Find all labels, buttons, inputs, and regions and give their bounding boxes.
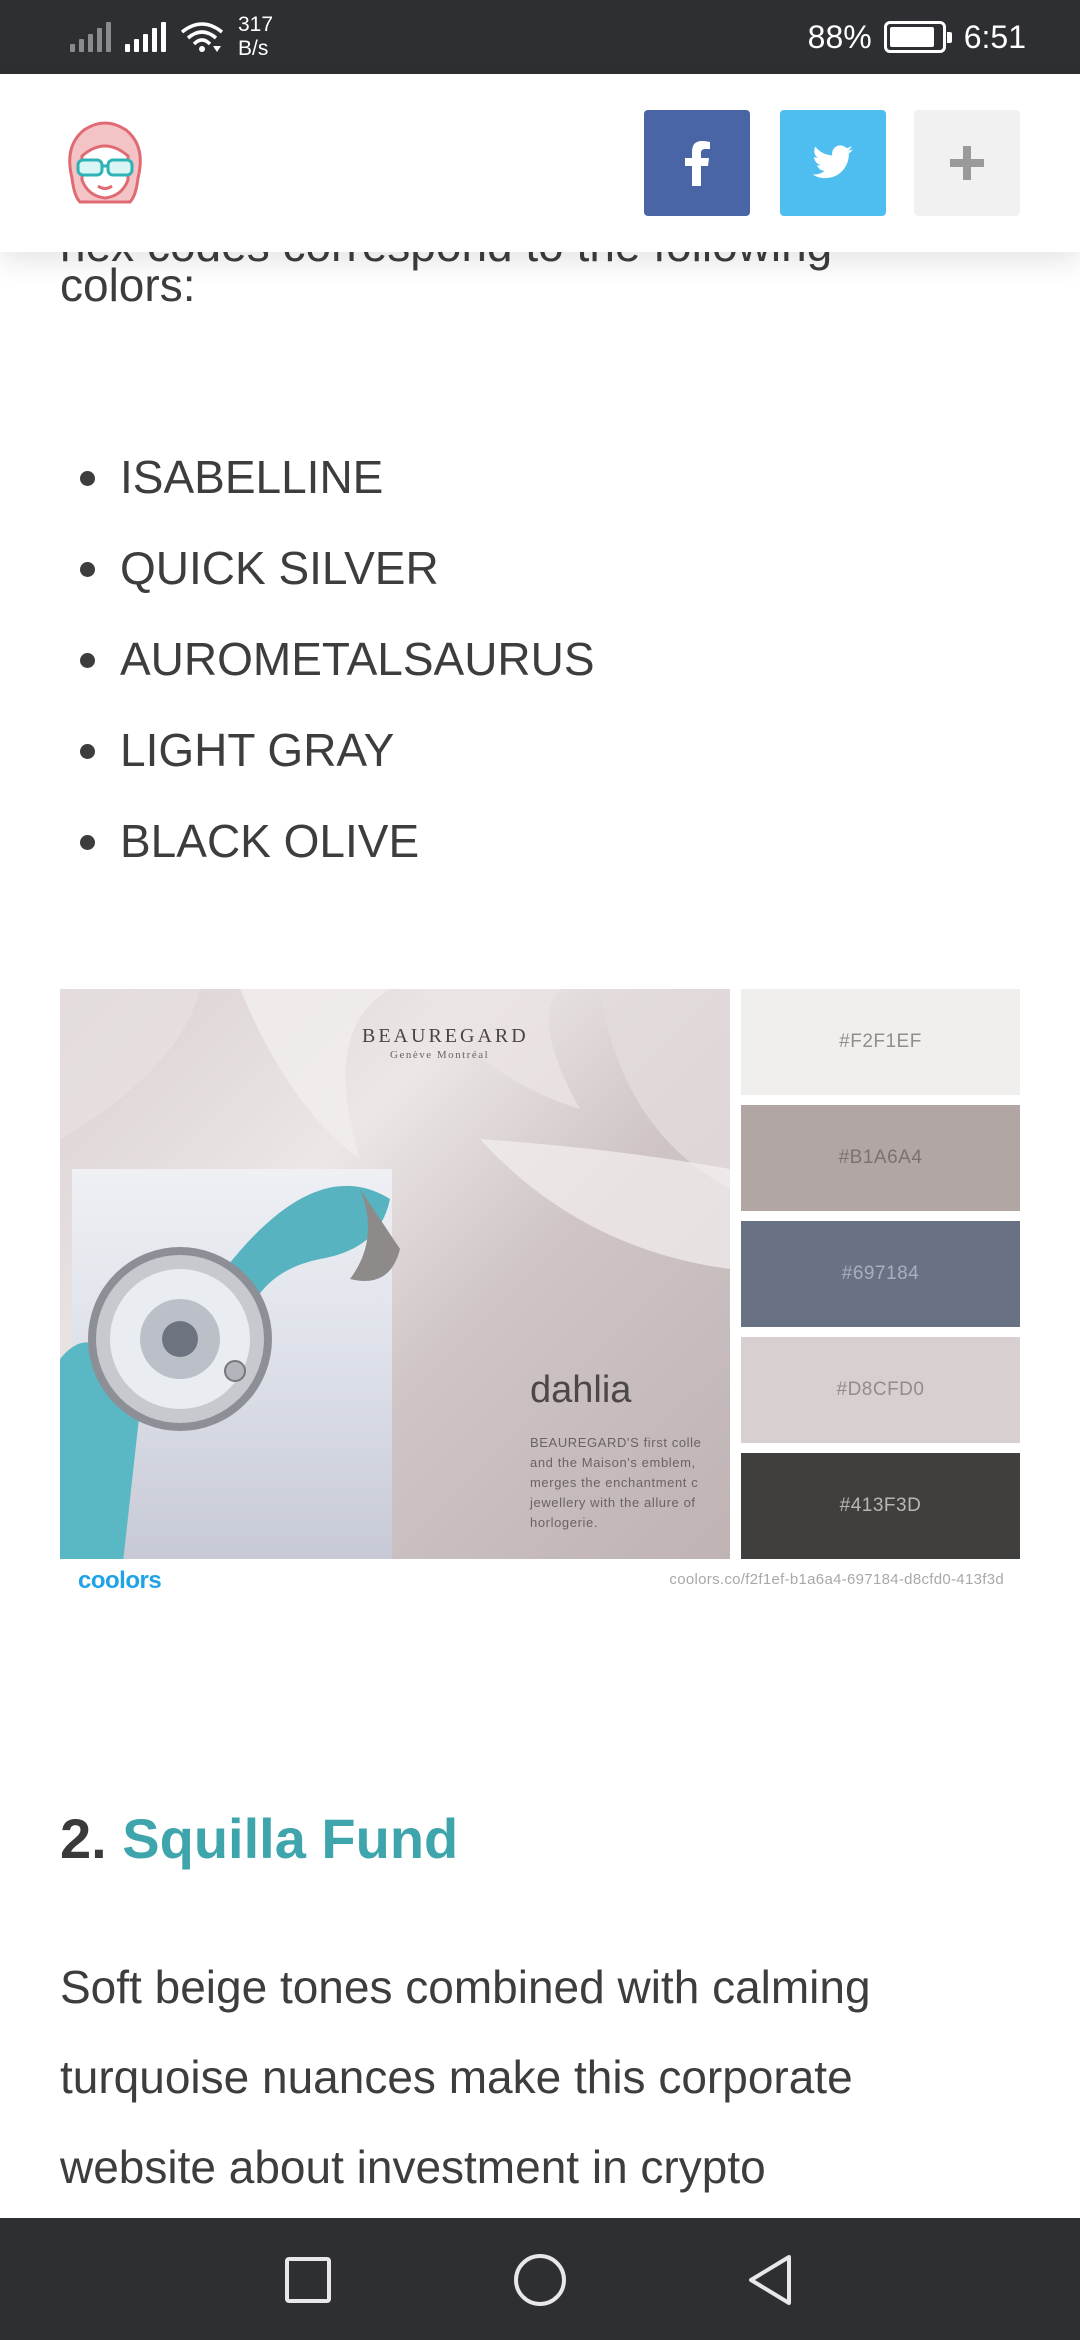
color-swatch: #D8CFD0 <box>741 1337 1020 1443</box>
coolors-url: coolors.co/f2f1ef-b1a6a4-697184-d8cfd0-4… <box>669 1571 1004 1588</box>
more-share-button[interactable] <box>914 110 1020 216</box>
color-swatch: #B1A6A4 <box>741 1105 1020 1211</box>
site-header <box>0 74 1080 252</box>
list-item: BLACK OLIVE <box>60 796 595 887</box>
list-item: LIGHT GRAY <box>60 705 595 796</box>
color-swatch: #F2F1EF <box>741 989 1020 1095</box>
twitter-share-button[interactable] <box>780 110 886 216</box>
signal-icon-sim1 <box>70 22 111 52</box>
battery-icon <box>883 21 952 53</box>
brand-title: BEAUREGARD <box>362 1025 529 1047</box>
color-swatch: #413F3D <box>741 1453 1020 1559</box>
list-item: QUICK SILVER <box>60 523 595 614</box>
section-heading: 2. Squilla Fund <box>60 1806 458 1871</box>
product-copy: BEAUREGARD'S first colle and the Maison'… <box>530 1435 702 1530</box>
section-number: 2. <box>60 1807 107 1870</box>
status-bar: 317 B/s 88% 6:51 <box>0 0 1080 74</box>
circle-home-icon <box>514 2254 566 2306</box>
brand-subtitle: Genève Montréal <box>390 1049 490 1061</box>
home-button[interactable] <box>508 2248 572 2312</box>
system-navigation-bar <box>0 2218 1080 2340</box>
facebook-icon <box>685 141 710 186</box>
twitter-icon <box>812 145 853 179</box>
status-right: 88% 6:51 <box>808 0 1026 74</box>
signal-icon-sim2 <box>125 22 166 52</box>
recents-button[interactable] <box>276 2248 340 2312</box>
back-button[interactable] <box>738 2248 802 2312</box>
list-item: AUROMETALSAURUS <box>60 614 595 705</box>
coolors-logo: coolors <box>78 1567 162 1594</box>
facebook-share-button[interactable] <box>644 110 750 216</box>
plus-icon <box>950 146 984 180</box>
clock: 6:51 <box>963 18 1026 55</box>
section-title-link[interactable]: Squilla Fund <box>122 1807 458 1870</box>
list-item: ISABELLINE <box>60 432 595 523</box>
color-palette-figure[interactable]: BEAUREGARD Genève Montréal dahlia BEAURE… <box>60 989 1020 1599</box>
color-name-list: ISABELLINE QUICK SILVER AUROMETALSAURUS … <box>60 432 595 887</box>
intro-paragraph-end: colors: <box>60 259 196 311</box>
watch-image <box>60 1185 400 1559</box>
square-recents-icon <box>285 2257 331 2303</box>
section-paragraph: Soft beige tones combined with calming t… <box>60 1961 871 2193</box>
triangle-back-icon <box>749 2255 791 2305</box>
color-swatch: #697184 <box>741 1221 1020 1327</box>
network-speed: 317 B/s <box>238 13 274 60</box>
website-screenshot-image: BEAUREGARD Genève Montréal dahlia BEAURE… <box>60 989 730 1559</box>
girl-with-glasses-logo-icon[interactable] <box>58 116 152 210</box>
status-left: 317 B/s <box>70 10 273 64</box>
battery-percent: 88% <box>807 18 872 55</box>
product-name: dahlia <box>530 1369 632 1411</box>
wifi-icon <box>180 22 224 52</box>
